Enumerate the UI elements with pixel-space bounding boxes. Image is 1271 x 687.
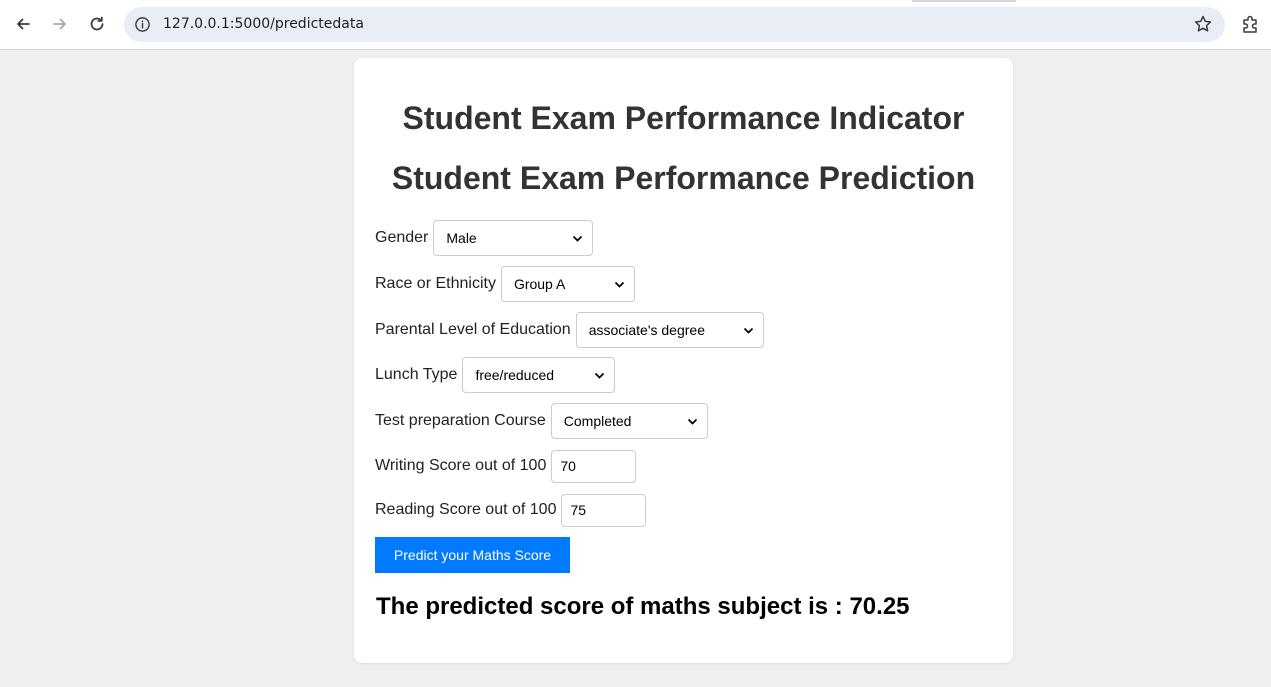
reload-icon — [90, 16, 104, 31]
predict-button[interactable]: Predict your Maths Score — [375, 537, 570, 573]
prediction-result: The predicted score of maths subject is … — [376, 593, 910, 620]
race-row: Race or Ethnicity Group A — [375, 266, 635, 302]
prediction-card: Student Exam Performance Indicator Stude… — [354, 58, 1013, 663]
lunch-label: Lunch Type — [375, 366, 458, 383]
parental-education-row: Parental Level of Education associate's … — [375, 312, 764, 348]
page-title: Student Exam Performance Indicator — [402, 100, 965, 136]
extensions-icon[interactable] — [1240, 13, 1262, 35]
chevron-down-icon — [687, 418, 697, 425]
chevron-down-icon — [573, 235, 583, 242]
reading-score-row: Reading Score out of 100 75 — [375, 493, 647, 527]
writing-score-label: Writing Score out of 100 — [375, 457, 547, 474]
parental-education-value: associate's degree — [588, 322, 705, 338]
forward-button[interactable] — [46, 10, 74, 38]
reading-score-input[interactable]: 75 — [561, 493, 647, 527]
test-prep-label: Test preparation Course — [375, 412, 546, 429]
back-button[interactable] — [9, 10, 37, 38]
page-subtitle: Student Exam Performance Prediction — [391, 160, 976, 196]
star-icon[interactable] — [1193, 14, 1213, 34]
tab-strip-edge — [912, 0, 1016, 2]
gender-label: Gender — [375, 229, 429, 246]
address-bar[interactable]: 127.0.0.1:5000/predictedata — [124, 7, 1225, 42]
lunch-value: free/reduced — [475, 367, 555, 383]
chevron-down-icon — [743, 327, 753, 334]
reading-score-label: Reading Score out of 100 — [375, 501, 557, 518]
writing-score-input[interactable]: 70 — [551, 449, 637, 483]
parental-education-label: Parental Level of Education — [375, 321, 571, 338]
site-info-icon[interactable] — [133, 15, 152, 34]
race-label: Race or Ethnicity — [375, 275, 496, 292]
parental-education-select[interactable]: associate's degree — [575, 312, 764, 348]
test-prep-row: Test preparation Course Completed — [375, 403, 708, 439]
lunch-row: Lunch Type free/reduced — [375, 357, 616, 393]
arrow-left-icon — [17, 18, 30, 30]
reload-button[interactable] — [83, 10, 111, 38]
test-prep-value: Completed — [563, 413, 632, 429]
gender-row: Gender Male — [375, 220, 594, 256]
gender-select[interactable]: Male — [433, 220, 594, 256]
gender-value: Male — [446, 230, 477, 246]
chevron-down-icon — [614, 281, 625, 288]
writing-score-row: Writing Score out of 100 70 — [375, 449, 637, 483]
race-select[interactable]: Group A — [500, 266, 635, 302]
url-text[interactable]: 127.0.0.1:5000/predictedata — [163, 16, 364, 32]
browser-toolbar: 127.0.0.1:5000/predictedata — [0, 0, 1271, 50]
race-value: Group A — [513, 276, 566, 292]
chevron-down-icon — [595, 372, 605, 379]
arrow-right-icon — [53, 18, 66, 30]
test-prep-select[interactable]: Completed — [550, 403, 708, 439]
lunch-select[interactable]: free/reduced — [462, 357, 616, 393]
